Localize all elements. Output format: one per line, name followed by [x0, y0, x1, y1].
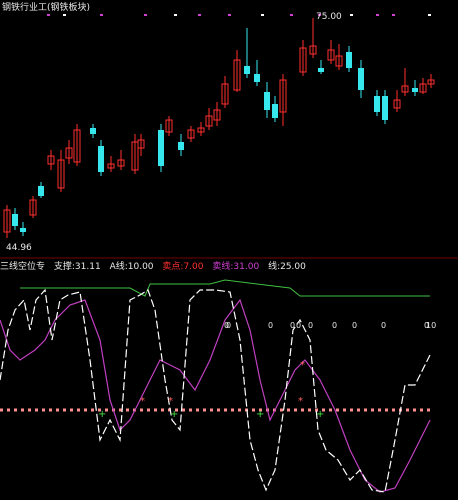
legend-item: A线:10.00 [109, 262, 154, 272]
candle-body [254, 74, 260, 82]
price-panel-title: 钢铁行业工(钢铁板块) [2, 3, 91, 13]
marker-dot [350, 14, 353, 16]
sell-signal-marker: * [298, 396, 303, 407]
sell-signal-marker: * [140, 396, 145, 407]
indicator-legend: 三线空位专 支撑:31.11 A线:10.00 卖点:7.00 卖线:31.00… [0, 262, 312, 272]
candle-body [346, 52, 352, 68]
white-line [0, 288, 431, 493]
magenta-line [0, 298, 431, 493]
low-price-label: 44.96 [6, 243, 32, 253]
legend-item: 三线空位专 [0, 262, 46, 272]
marker-dot [198, 14, 201, 16]
stock-chart-window: 0 0 0 0 0 0 0 0 0 0 10 + + + + * * * * 钢铁行业工(钢铁板块) 75.00 4… [0, 0, 458, 500]
marker-dot [174, 14, 177, 16]
marker-dot [228, 14, 231, 16]
marker-dot [100, 14, 103, 16]
candle-body [272, 104, 278, 118]
candle-body [12, 214, 18, 226]
marker-dot [376, 14, 379, 16]
indicator-mid-label: 10 [426, 321, 436, 330]
marker-dot [261, 14, 264, 16]
candle-body [20, 228, 26, 232]
indicator-mid-label: 0 [381, 321, 386, 330]
indicator-mid-label: 0 [226, 321, 231, 330]
candle-body [374, 96, 380, 112]
indicator-mid-label: 0 [290, 321, 295, 330]
marker-dot [392, 14, 395, 16]
indicator-mid-label: 0 [296, 321, 301, 330]
candle-body [38, 186, 44, 196]
candle-body [358, 68, 364, 90]
marker-dot [428, 14, 431, 16]
sell-signal-marker: * [300, 360, 305, 371]
buy-signal-marker: + [170, 409, 178, 420]
candle-body [98, 146, 104, 172]
marker-dot [144, 14, 147, 16]
green-line [20, 279, 430, 297]
buy-signal-marker: + [98, 409, 106, 420]
marker-dot [47, 14, 50, 16]
legend-item: 线:25.00 [268, 262, 306, 272]
indicator-mid-label: 0 [308, 321, 313, 330]
chart-canvas[interactable]: 00 0 0 0 0 0 0 0 010+ + + +* *** [0, 0, 458, 500]
high-price-label: 75.00 [316, 12, 342, 22]
candle-body [244, 66, 250, 74]
indicator-mid-label: 0 [352, 321, 357, 330]
candle-body [318, 68, 324, 72]
legend-item: 支撑:31.11 [53, 262, 101, 272]
legend-item: 卖点:7.00 [162, 262, 204, 272]
candle-body [382, 96, 388, 120]
indicator-mid-label: 0 [332, 321, 337, 330]
candle-body [412, 88, 418, 92]
candle-body [158, 130, 164, 166]
candle-body [178, 142, 184, 150]
indicator-mid-label: 0 [268, 321, 273, 330]
candle-body [264, 92, 270, 110]
sell-signal-marker: * [168, 396, 173, 407]
buy-signal-marker: + [256, 409, 264, 420]
legend-item: 卖线:31.00 [212, 262, 260, 272]
buy-signal-marker: + [316, 409, 324, 420]
candle-body [90, 128, 96, 134]
marker-dot [290, 14, 293, 16]
marker-dot [63, 14, 66, 16]
